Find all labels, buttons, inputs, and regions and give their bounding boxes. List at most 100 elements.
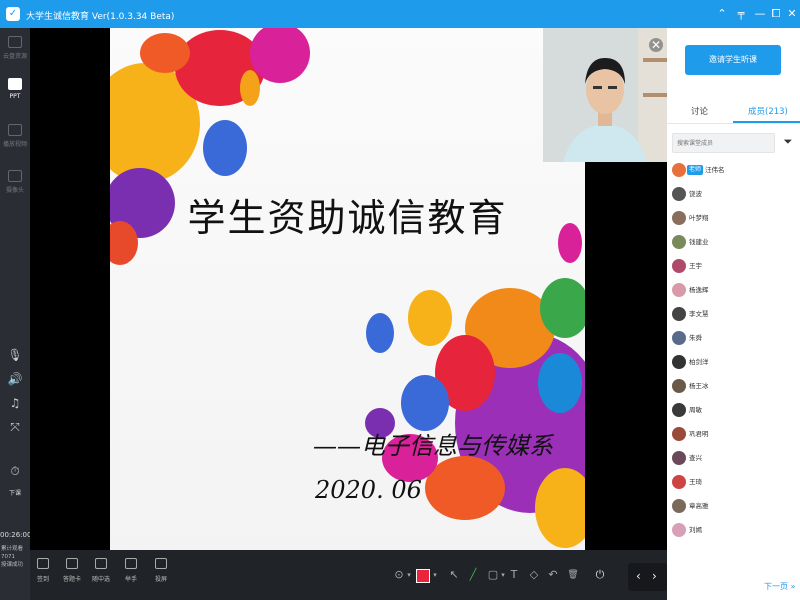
avatar (672, 307, 686, 321)
member-list-item[interactable]: 杨王冰 (671, 377, 796, 397)
title-bar: ✓ 大学生诚信教育 Ver(1.0.3.34 Beta) ⌃ ╤ — ⧠ ✕ (0, 0, 800, 28)
stats-label: 累计观看 (1, 546, 24, 552)
active-tab-indicator (733, 121, 800, 123)
tab-members[interactable]: 成员(213) (748, 105, 788, 117)
speaker-icon[interactable]: 🔊 (0, 372, 30, 386)
chevron-down-icon[interactable]: ▾ (428, 568, 442, 582)
member-name: 柏剑洋 (689, 358, 709, 366)
invite-students-button[interactable]: 邀请学生听课 (685, 45, 781, 75)
avatar (672, 427, 686, 441)
member-name: 朱舜 (689, 334, 702, 342)
cloud-disk-icon (8, 36, 22, 48)
trash-icon[interactable]: 🗑 (566, 568, 580, 582)
sidebar-item-play-video[interactable]: 播放视频 (0, 124, 30, 148)
class-timer: 00:26:00 (0, 531, 32, 539)
member-list-item[interactable]: 老师 汪伟名 (671, 161, 796, 181)
avatar (672, 283, 686, 297)
end-class-icon[interactable]: ⏱ (0, 464, 30, 479)
next-slide-button[interactable]: › (652, 569, 657, 583)
ppt-slide[interactable]: 学生资助诚信教育 ——电子信息与传媒系 2020. 06 (110, 28, 585, 550)
avatar (672, 211, 686, 225)
avatar (672, 451, 686, 465)
member-search-input[interactable] (672, 133, 775, 153)
member-list-item[interactable]: 查兴 (671, 449, 796, 469)
member-name: 杨逸辉 (689, 286, 709, 294)
presenter-video-frame (543, 28, 667, 162)
slide-decoration (110, 28, 585, 548)
power-icon[interactable]: ⏻ (593, 568, 607, 582)
toolbar-button-label: 签到 (36, 576, 49, 583)
sign-in-button[interactable]: 签到 (30, 558, 56, 583)
sidebar-item-camera[interactable]: 摄像头 (0, 170, 30, 194)
member-name: 周敏 (689, 406, 702, 414)
member-list-item[interactable]: 朱舜 (671, 329, 796, 349)
raise-hand-icon (125, 558, 137, 569)
member-name: 李文慧 (689, 310, 709, 318)
screen-share-button[interactable]: 投屏 (148, 558, 174, 583)
next-page-link[interactable]: 下一页 » (764, 581, 795, 592)
avatar (672, 379, 686, 393)
slide-pager: ‹ › (628, 563, 667, 591)
member-list-item[interactable]: 刘嫣 (671, 521, 796, 541)
right-panel: 邀请学生听课 讨论 成员(213) ⏷ 老师汪伟名饶波叶梦翔钱建业王宇杨逸辉李文… (667, 28, 800, 600)
member-list-item[interactable]: 王宇 (671, 257, 796, 277)
teacher-badge: 老师 (687, 165, 704, 175)
text-tool-icon[interactable]: T (507, 568, 521, 582)
close-button[interactable]: ✕ (784, 6, 800, 22)
avatar (672, 187, 686, 201)
answer-card-icon (66, 558, 78, 569)
close-video-button[interactable]: ✕ (649, 38, 663, 52)
fullscreen-icon[interactable]: ⤧ (0, 420, 30, 435)
prev-slide-button[interactable]: ‹ (636, 569, 641, 583)
camera-video[interactable]: ✕ (543, 28, 667, 162)
bottom-toolbar: 签到 答题卡 随中选 举手 投屏 ⊙ ▾ ▾ ↖ ╱ ▢ ▾ T ◇ ↶ 🗑 ⏻… (30, 550, 667, 600)
member-name: 钱建业 (689, 238, 709, 246)
minimize-button[interactable]: — (752, 6, 768, 22)
sidebar-item-ppt[interactable]: PPT (0, 78, 30, 100)
tab-discussion[interactable]: 讨论 (691, 105, 708, 117)
member-name: 杨王冰 (689, 382, 709, 390)
avatar (672, 499, 686, 513)
sidebar-item-cloud-disk[interactable]: 云盘资源 (0, 36, 30, 60)
random-pick-icon (95, 558, 107, 569)
pen-icon[interactable]: ╱ (466, 568, 480, 582)
member-list-item[interactable]: 王琦 (671, 473, 796, 493)
select-cursor-icon[interactable]: ↖ (447, 568, 461, 582)
random-pick-button[interactable]: 随中选 (88, 558, 114, 583)
member-list-item[interactable]: 巩君明 (671, 425, 796, 445)
sidebar-item-label: 云盘资源 (2, 53, 27, 60)
calendar-icon (37, 558, 49, 569)
toolbar-button-label: 举手 (124, 576, 137, 583)
member-list-item[interactable]: 杨逸辉 (671, 281, 796, 301)
raise-hand-button[interactable]: 举手 (118, 558, 144, 583)
member-name: 汪伟名 (705, 166, 725, 174)
member-list-item[interactable]: 李文慧 (671, 305, 796, 325)
member-name: 查兴 (689, 454, 702, 462)
eraser-icon[interactable]: ◇ (527, 568, 541, 582)
chevron-down-icon[interactable]: ▾ (402, 568, 416, 582)
slide-subtitle: ——电子信息与传媒系 (313, 432, 553, 460)
filter-icon[interactable]: ⏷ (782, 135, 794, 149)
member-name: 王宇 (689, 262, 702, 270)
undo-icon[interactable]: ↶ (546, 568, 560, 582)
avatar (672, 475, 686, 489)
member-list-item[interactable]: 周敏 (671, 401, 796, 421)
play-video-icon (8, 124, 22, 136)
toolbar-button-label: 投屏 (154, 576, 167, 583)
screen-share-icon (155, 558, 167, 569)
maximize-button[interactable]: ⧠ (768, 6, 784, 22)
member-name: 王琦 (689, 478, 702, 486)
member-list-item[interactable]: 柏剑洋 (671, 353, 796, 373)
pin-icon[interactable]: ╤ (733, 6, 749, 22)
member-name: 章高雅 (689, 502, 709, 510)
end-class-button[interactable]: 下课 (0, 488, 30, 497)
member-list-item[interactable]: 章高雅 (671, 497, 796, 517)
member-list-item[interactable]: 饶波 (671, 185, 796, 205)
member-list-item[interactable]: 钱建业 (671, 233, 796, 253)
sidebar-item-label: 播放视频 (2, 141, 27, 148)
music-icon[interactable]: ♫ (0, 396, 30, 410)
collapse-icon[interactable]: ⌃ (714, 6, 730, 22)
answer-card-button[interactable]: 答题卡 (59, 558, 85, 583)
microphone-icon[interactable]: 🎙 (0, 348, 30, 362)
member-list-item[interactable]: 叶梦翔 (671, 209, 796, 229)
